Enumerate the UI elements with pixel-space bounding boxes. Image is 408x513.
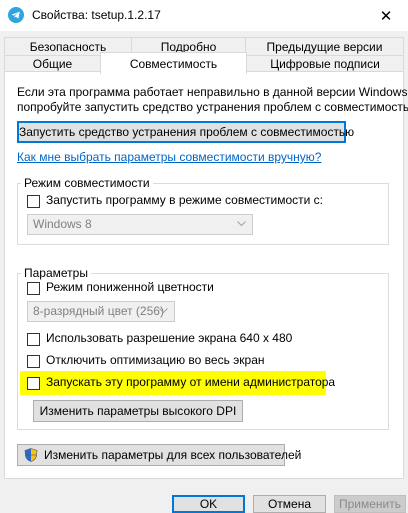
compat-mode-checkbox-label: Запустить программу в режиме совместимос… bbox=[46, 193, 323, 207]
intro-text-line2: попробуйте запустить средство устранения… bbox=[17, 100, 408, 114]
all-users-button-label: Изменить параметры для всех пользователе… bbox=[44, 448, 302, 462]
cancel-button[interactable]: Отмена bbox=[253, 495, 326, 513]
color-depth-select[interactable]: 8-разрядный цвет (256) bbox=[27, 301, 175, 322]
run-as-admin-checkbox[interactable] bbox=[27, 377, 40, 390]
all-users-button[interactable]: Изменить параметры для всех пользователе… bbox=[17, 444, 301, 466]
fullscreen-opt-label: Отключить оптимизацию во весь экран bbox=[46, 353, 265, 367]
high-dpi-button[interactable]: Изменить параметры высокого DPI bbox=[33, 400, 243, 422]
resolution-label: Использовать разрешение экрана 640 х 480 bbox=[46, 331, 293, 345]
intro-text-line1: Если эта программа работает неправильно … bbox=[17, 85, 408, 99]
resolution-checkbox[interactable] bbox=[27, 333, 40, 346]
color-depth-select-value: 8-разрядный цвет (256) bbox=[33, 304, 164, 318]
troubleshooter-button[interactable]: Запустить средство устранения проблем с … bbox=[17, 121, 354, 143]
reduced-color-label: Режим пониженной цветности bbox=[46, 280, 214, 294]
os-version-select-value: Windows 8 bbox=[33, 217, 92, 231]
run-as-admin-label: Запускать эту программу от имени админис… bbox=[46, 375, 336, 389]
params-group-label: Параметры bbox=[21, 266, 91, 280]
fullscreen-opt-checkbox[interactable] bbox=[27, 355, 40, 368]
manual-settings-link[interactable]: Как мне выбрать параметры совместимости … bbox=[17, 150, 321, 164]
reduced-color-checkbox[interactable] bbox=[27, 282, 40, 295]
chevron-down-icon bbox=[237, 221, 246, 227]
shield-icon bbox=[24, 448, 38, 462]
os-version-select[interactable]: Windows 8 bbox=[27, 214, 253, 235]
apply-button[interactable]: Применить bbox=[334, 495, 406, 513]
compat-mode-group-label: Режим совместимости bbox=[21, 176, 153, 190]
chevron-down-icon bbox=[159, 308, 168, 314]
ok-button[interactable]: OK bbox=[172, 495, 245, 513]
compat-mode-checkbox[interactable] bbox=[27, 195, 40, 208]
